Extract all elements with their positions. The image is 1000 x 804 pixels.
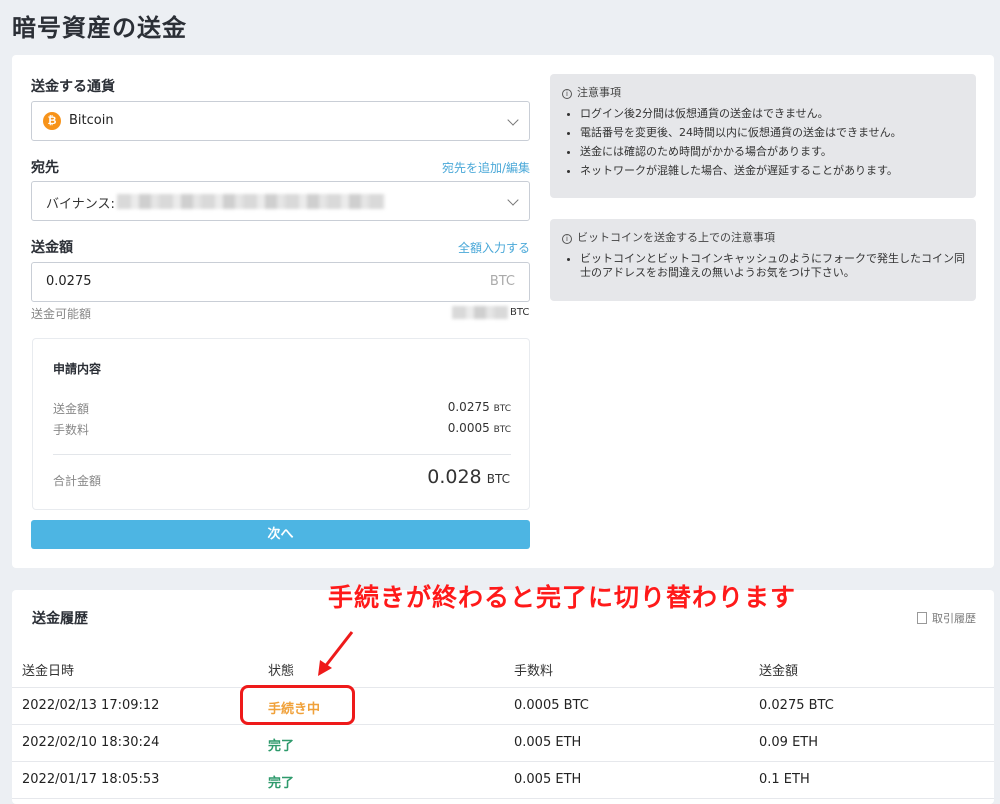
col-header-date: 送金日時	[22, 664, 75, 679]
summary-label: 手数料	[53, 423, 90, 437]
amount-label: 送金額	[31, 240, 73, 256]
notice-title: i 注意事項	[562, 84, 621, 100]
annotation-highlight-box	[240, 685, 355, 725]
cell-fee: 0.005 ETH	[514, 772, 582, 787]
edit-destination-link[interactable]: 宛先を追加/編集	[442, 159, 530, 176]
info-icon: i	[562, 89, 572, 99]
total-value: 0.028 BTC	[427, 466, 510, 488]
document-icon	[917, 612, 927, 624]
summary-box: 申請内容 送金額 0.0275 BTC 手数料 0.0005 BTC 合計金額 …	[32, 338, 530, 510]
cell-amount: 0.0275 BTC	[759, 698, 834, 713]
next-button[interactable]: 次へ	[31, 520, 530, 549]
cell-status: 完了	[268, 776, 295, 791]
annotation-arrow-icon	[318, 631, 354, 676]
fill-all-link[interactable]: 全額入力する	[458, 239, 530, 256]
transaction-history-link[interactable]: 取引履歴	[917, 610, 976, 626]
available-unit: BTC	[510, 307, 530, 318]
notice-box: i注意事項 ログイン後2分間は仮想通貨の送金はできません。 電話番号を変更後、2…	[550, 74, 976, 198]
col-header-amount: 送金額	[759, 664, 799, 679]
summary-row: 送金額 0.0275 BTC	[53, 400, 511, 416]
cell-date: 2022/02/13 17:09:12	[22, 698, 160, 713]
dest-label: 宛先	[31, 160, 59, 176]
cell-date: 2022/02/10 18:30:24	[22, 735, 160, 750]
notice-item: ログイン後2分間は仮想通貨の送金はできません。	[580, 107, 902, 121]
summary-row: 手数料 0.0005 BTC	[53, 421, 511, 437]
summary-value: 0.0275 BTC	[447, 400, 511, 414]
chevron-down-icon	[507, 114, 519, 126]
chevron-down-icon	[507, 194, 519, 206]
notice-list: ログイン後2分間は仮想通貨の送金はできません。 電話番号を変更後、24時間以内に…	[580, 107, 902, 183]
notice-item: ビットコインとビットコインキャッシュのようにフォークで発生したコイン同士のアドレ…	[580, 252, 965, 280]
currency-label: 送金する通貨	[31, 79, 115, 95]
row-divider	[12, 761, 994, 762]
summary-title: 申請内容	[53, 362, 102, 376]
notice-item: 送金には確認のため時間がかかる場合があります。	[580, 145, 902, 159]
history-title: 送金履歴	[32, 611, 88, 627]
redacted-address	[117, 194, 385, 209]
notice-item: 電話番号を変更後、24時間以内に仮想通貨の送金はできません。	[580, 126, 902, 140]
summary-divider	[53, 454, 511, 455]
redacted-available	[452, 306, 508, 319]
available-label: 送金可能額	[31, 307, 92, 321]
cell-fee: 0.0005 BTC	[514, 698, 589, 713]
annotation-text: 手続きが終わると完了に切り替わります	[328, 583, 797, 612]
col-header-status: 状態	[268, 664, 295, 679]
summary-label: 送金額	[53, 402, 90, 416]
currency-value: Bitcoin	[69, 113, 114, 128]
btc-notice-box: iビットコインを送金する上での注意事項 ビットコインとビットコインキャッシュのよ…	[550, 219, 976, 301]
amount-input[interactable]: 0.0275 BTC	[31, 262, 530, 302]
col-header-fee: 手数料	[514, 664, 554, 679]
info-icon: i	[562, 234, 572, 244]
cell-status: 完了	[268, 739, 295, 754]
page-title: 暗号資産の送金	[12, 14, 187, 42]
notice-list: ビットコインとビットコインキャッシュのようにフォークで発生したコイン同士のアドレ…	[580, 252, 965, 285]
cell-amount: 0.1 ETH	[759, 772, 810, 787]
destination-select[interactable]: バイナンス:	[31, 181, 530, 221]
currency-select[interactable]: ₿ Bitcoin	[31, 101, 530, 141]
cell-date: 2022/01/17 18:05:53	[22, 772, 160, 787]
notice-item: ネットワークが混雑した場合、送金が遅延することがあります。	[580, 164, 902, 178]
cell-fee: 0.005 ETH	[514, 735, 582, 750]
notice-title: i ビットコインを送金する上での注意事項	[562, 229, 775, 245]
bitcoin-icon: ₿	[43, 112, 61, 130]
history-card: 送金履歴 取引履歴 送金日時 状態 手数料 送金額 2022/02/13 17:…	[12, 590, 994, 804]
send-form-card: 送金する通貨 ₿ Bitcoin 宛先 宛先を追加/編集 バイナンス: 送金額 …	[12, 55, 994, 568]
cell-amount: 0.09 ETH	[759, 735, 819, 750]
summary-value: 0.0005 BTC	[447, 421, 511, 435]
amount-unit: BTC	[489, 274, 515, 289]
row-divider	[12, 687, 994, 688]
row-divider	[12, 798, 994, 799]
amount-value: 0.0275	[46, 274, 92, 289]
destination-value: バイナンス:	[46, 197, 115, 212]
row-divider	[12, 724, 994, 725]
total-label: 合計金額	[53, 474, 102, 488]
